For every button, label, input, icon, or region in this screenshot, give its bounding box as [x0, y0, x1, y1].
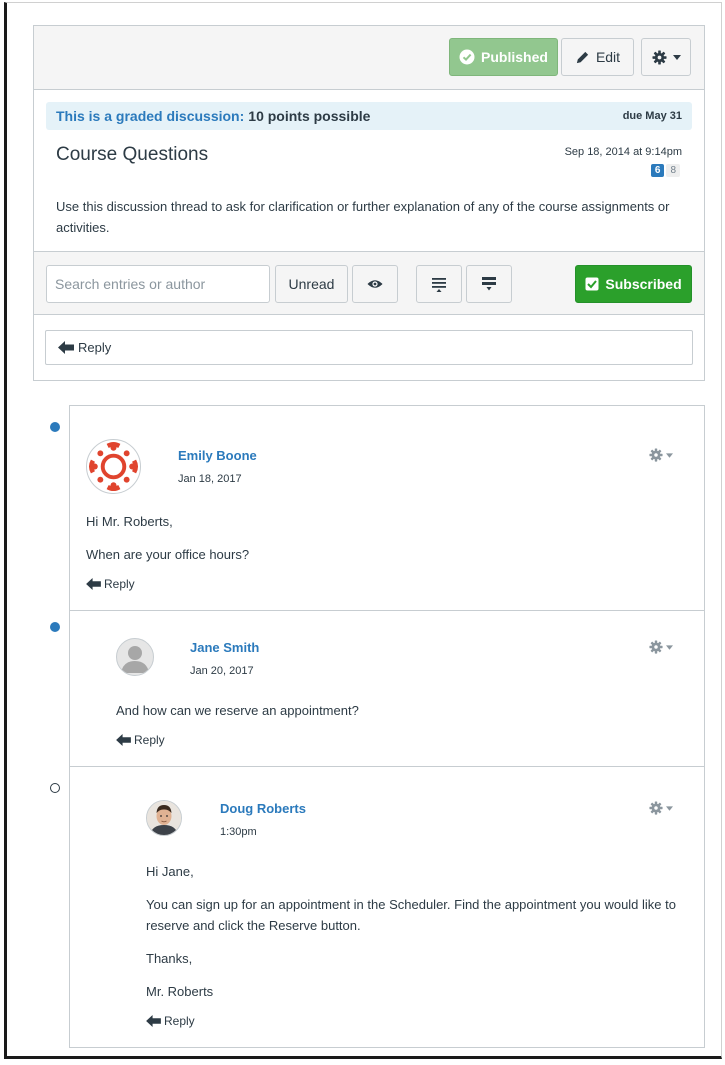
points-possible: 10 points possible: [248, 108, 371, 124]
graded-discussion-banner: This is a graded discussion: 10 points p…: [46, 102, 692, 130]
published-label: Published: [481, 49, 548, 65]
gear-icon: [649, 801, 663, 815]
entry-settings-button[interactable]: [649, 448, 673, 462]
message-paragraph: And how can we reserve an appointment?: [116, 703, 359, 718]
unread-dot-icon: [50, 622, 60, 632]
entry-message: And how can we reserve an appointment?: [116, 700, 686, 733]
search-input[interactable]: [46, 265, 270, 303]
message-paragraph: Hi Jane,: [146, 864, 194, 879]
author-name-link[interactable]: Doug Roberts: [220, 801, 306, 816]
discussion-entry: Doug Roberts 1:30pm Hi Jane, You can sig…: [69, 766, 705, 1048]
reply-arrow-icon: [58, 341, 74, 354]
unread-label: Unread: [288, 276, 335, 292]
read-dot-icon: [50, 783, 60, 793]
unread-dot-icon: [50, 422, 60, 432]
message-paragraph: Hi Mr. Roberts,: [86, 514, 173, 529]
collapse-icon: [432, 278, 446, 292]
collapse-threads-button[interactable]: [416, 265, 462, 303]
filter-toolbar: Unread: [34, 251, 704, 315]
avatar[interactable]: [116, 638, 154, 676]
entry-reply-button[interactable]: Reply: [146, 1014, 195, 1028]
discussion-topic: Published Edit This is a graded discussi…: [33, 25, 705, 381]
entry-date: 1:30pm: [220, 826, 257, 838]
total-count-badge: 8: [666, 164, 680, 177]
entry-message: Hi Jane, You can sign up for an appointm…: [146, 861, 686, 1014]
message-paragraph: Mr. Roberts: [146, 984, 214, 999]
avatar[interactable]: [146, 800, 182, 836]
reply-label: Reply: [134, 733, 165, 747]
entry-message: Hi Mr. Roberts, When are your office hou…: [86, 511, 686, 577]
unread-count-badge: 6: [650, 164, 665, 177]
reply-arrow-icon: [146, 1015, 161, 1027]
expand-threads-button[interactable]: [466, 265, 512, 303]
check-circle-icon: [459, 49, 475, 65]
author-name-link[interactable]: Emily Boone: [178, 448, 257, 463]
entry-date: Jan 20, 2017: [190, 665, 254, 677]
unread-filter-button[interactable]: Unread: [275, 265, 348, 303]
topic-reply-button[interactable]: Reply: [45, 330, 693, 365]
avatar[interactable]: [86, 439, 141, 494]
edit-button[interactable]: Edit: [561, 38, 634, 76]
published-button[interactable]: Published: [449, 38, 558, 76]
caret-down-icon: [672, 54, 681, 60]
subscribed-button[interactable]: Subscribed: [575, 265, 692, 303]
gear-icon: [649, 448, 663, 462]
subscribed-label: Subscribed: [605, 276, 682, 292]
caret-down-icon: [666, 644, 673, 650]
reply-label: Reply: [78, 340, 112, 355]
message-paragraph: Thanks,: [146, 951, 193, 966]
gear-icon: [651, 49, 667, 65]
caret-down-icon: [666, 452, 673, 458]
gear-icon: [649, 640, 663, 654]
caret-down-icon: [666, 805, 673, 811]
entry-reply-button[interactable]: Reply: [86, 577, 135, 591]
entry-date: Jan 18, 2017: [178, 473, 242, 485]
message-paragraph: When are your office hours?: [86, 547, 250, 562]
edit-label: Edit: [595, 49, 621, 65]
graded-label: This is a graded discussion:: [56, 108, 245, 124]
entry-reply-button[interactable]: Reply: [116, 733, 165, 747]
eye-icon: [367, 280, 383, 288]
reply-label: Reply: [164, 1014, 195, 1028]
author-name-link[interactable]: Jane Smith: [190, 640, 259, 655]
check-square-icon: [585, 277, 599, 291]
default-user-icon: [121, 646, 149, 673]
discussion-entry: Jane Smith Jan 20, 2017 And how can we r…: [69, 610, 705, 767]
reply-arrow-icon: [86, 578, 101, 590]
pencil-icon: [576, 51, 589, 63]
topic-title: Course Questions: [56, 144, 209, 165]
topic-toolbar: Published Edit: [34, 26, 704, 90]
reply-label: Reply: [104, 577, 135, 591]
expand-icon: [482, 277, 496, 291]
discussion-entry: Emily Boone Jan 18, 2017 Hi Mr. Roberts,…: [69, 405, 705, 611]
entry-settings-button[interactable]: [649, 801, 673, 815]
canvas-logo-icon: [88, 441, 139, 492]
user-photo-icon: [147, 801, 181, 835]
entry-counts: 6 8: [650, 164, 680, 177]
topic-settings-button[interactable]: [641, 38, 691, 76]
entry-settings-button[interactable]: [649, 640, 673, 654]
message-paragraph: You can sign up for an appointment in th…: [146, 897, 676, 933]
topic-message: Use this discussion thread to ask for cl…: [56, 199, 670, 235]
due-date: due May 31: [622, 110, 682, 122]
topic-date: Sep 18, 2014 at 9:14pm: [564, 146, 682, 158]
mark-read-button[interactable]: [352, 265, 398, 303]
reply-arrow-icon: [116, 734, 131, 746]
